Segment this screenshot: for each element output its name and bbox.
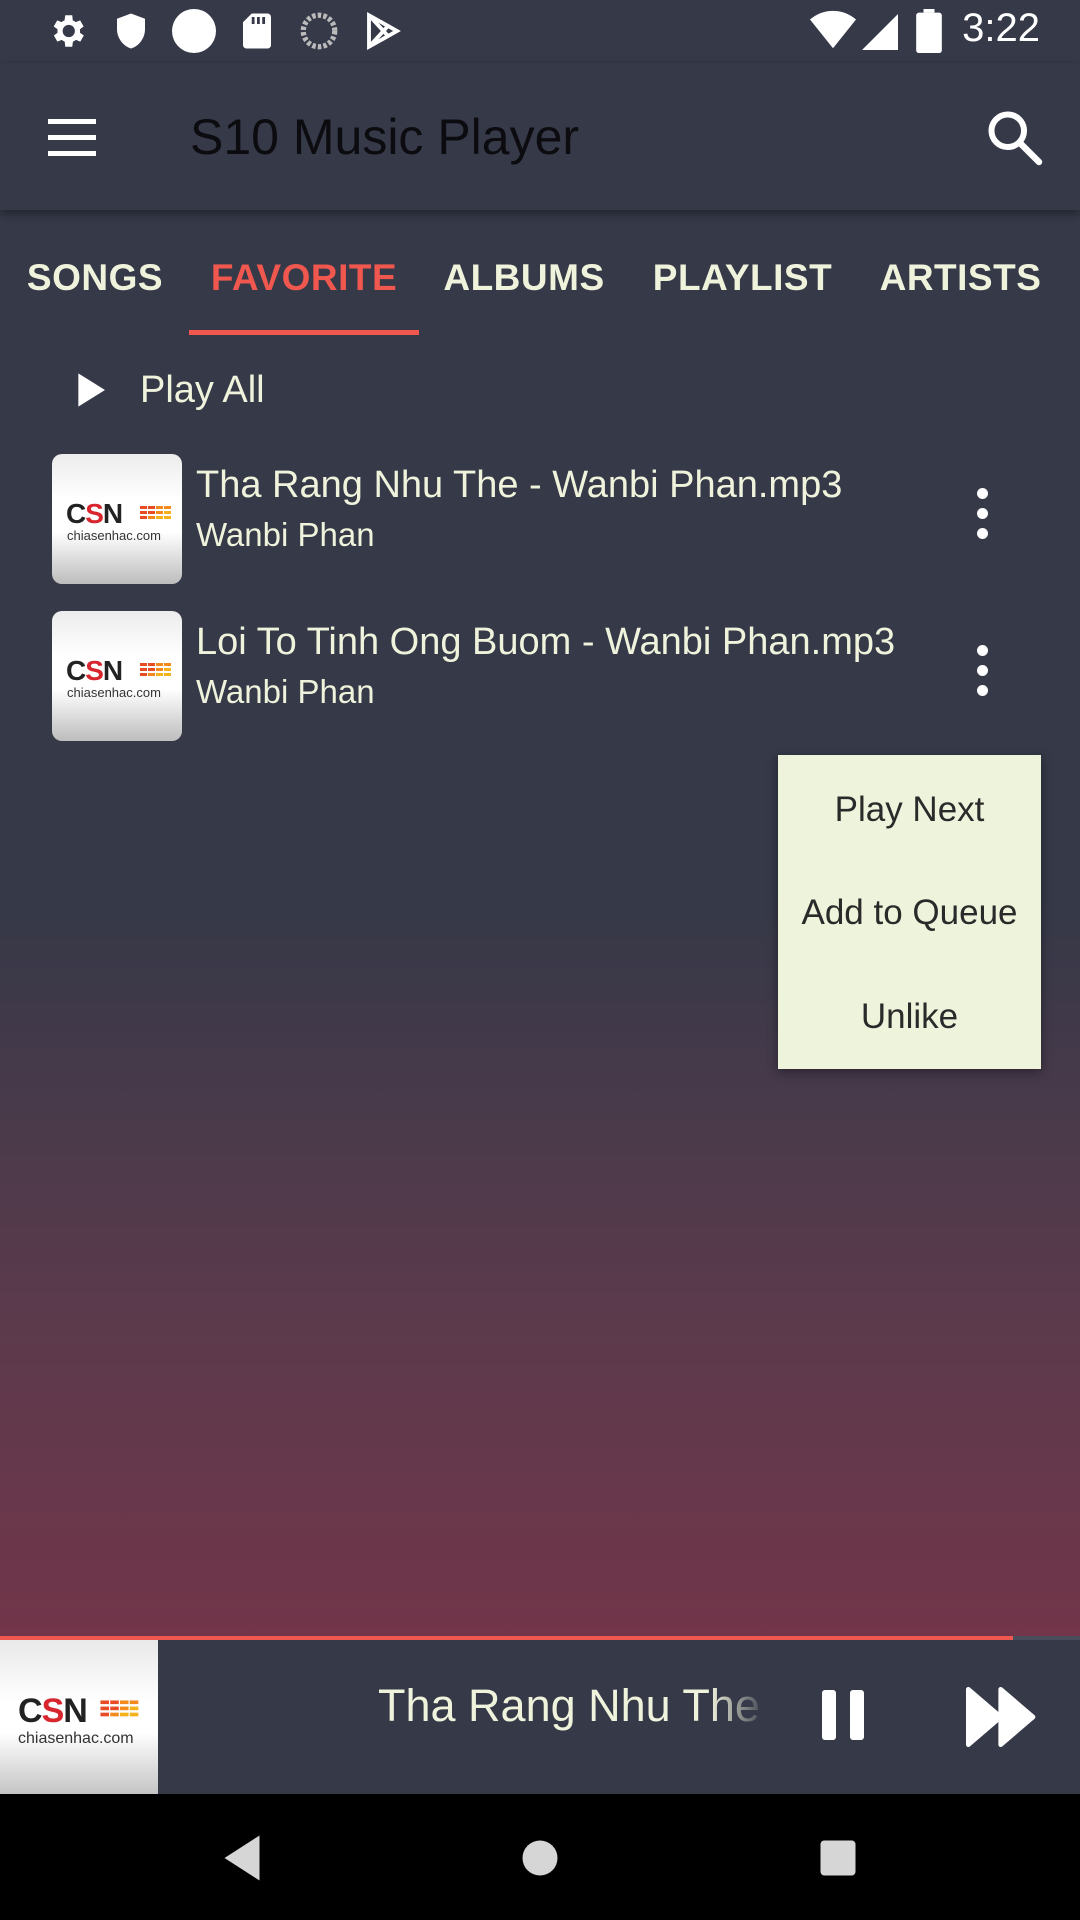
app-bar: S10 Music Player — [0, 63, 1080, 210]
csn-sub: chiasenhac.com — [67, 685, 161, 700]
pause-icon[interactable] — [816, 1682, 870, 1752]
more-options-icon[interactable] — [962, 484, 1002, 544]
now-playing-title-marquee[interactable]: Tha Rang Nhu The - Wanbi Phan.mp3 — [378, 1680, 768, 1750]
fast-forward-icon[interactable] — [966, 1682, 1040, 1752]
wifi-icon — [810, 10, 856, 49]
play-all-label: Play All — [140, 368, 265, 411]
shield-icon — [117, 13, 145, 49]
sync-icon — [300, 12, 338, 50]
csn-logo: CSN — [18, 1692, 88, 1730]
menu-item-play-next[interactable]: Play Next — [778, 758, 1041, 862]
more-options-icon[interactable] — [962, 641, 1002, 701]
play-icon — [78, 373, 105, 407]
song-artist: Wanbi Phan — [196, 673, 375, 710]
circle-icon — [172, 9, 216, 53]
battery-icon — [916, 9, 942, 53]
play-store-icon — [367, 11, 401, 51]
csn-logo: CSN — [66, 498, 123, 529]
app-screen: 3:22 S10 Music Player SONGS FAVORITE ALB… — [0, 0, 1080, 1920]
equalizer-logo-icon — [140, 506, 171, 519]
play-all-button[interactable]: Play All — [70, 360, 265, 420]
recents-icon[interactable] — [808, 1828, 868, 1888]
list-item[interactable]: CSN chiasenhac.com Tha Rang Nhu The - Wa… — [0, 454, 1080, 604]
equalizer-logo-icon — [100, 1700, 139, 1717]
tab-bar: SONGS FAVORITE ALBUMS PLAYLIST ARTISTS — [0, 220, 1080, 335]
app-title: S10 Music Player — [190, 109, 580, 165]
csn-sub: chiasenhac.com — [67, 528, 161, 543]
tab-indicator — [189, 330, 419, 335]
tab-albums[interactable]: ALBUMS — [430, 220, 618, 335]
status-bar: 3:22 — [0, 0, 1080, 63]
mini-player: CSN chiasenhac.com Tha Rang Nhu The - Wa… — [0, 1640, 1080, 1794]
back-icon[interactable] — [212, 1828, 272, 1888]
sd-card-icon — [243, 13, 271, 49]
menu-item-add-to-queue[interactable]: Add to Queue — [778, 861, 1041, 965]
hamburger-menu-icon[interactable] — [40, 113, 106, 163]
equalizer-logo-icon — [140, 663, 171, 676]
song-title: Loi To Tinh Ong Buom - Wanbi Phan.mp3 — [196, 621, 896, 663]
home-icon[interactable] — [510, 1828, 570, 1888]
song-title: Tha Rang Nhu The - Wanbi Phan.mp3 — [196, 464, 843, 506]
system-nav-bar — [0, 1794, 1080, 1920]
tab-playlist[interactable]: PLAYLIST — [640, 220, 845, 335]
csn-sub: chiasenhac.com — [18, 1730, 134, 1747]
mini-album-art[interactable]: CSN chiasenhac.com — [0, 1640, 158, 1794]
album-art: CSN chiasenhac.com — [52, 611, 182, 741]
tab-favorite[interactable]: FAVORITE — [189, 220, 419, 335]
context-menu: Play Next Add to Queue Unlike — [778, 755, 1041, 1069]
tab-songs[interactable]: SONGS — [10, 220, 180, 335]
search-icon[interactable] — [984, 107, 1044, 167]
menu-item-unlike[interactable]: Unlike — [778, 965, 1041, 1069]
csn-logo: CSN — [66, 655, 123, 686]
cell-signal-icon — [862, 14, 898, 50]
settings-icon — [53, 15, 84, 47]
album-art: CSN chiasenhac.com — [52, 454, 182, 584]
now-playing-title: Tha Rang Nhu The - Wanbi Phan.mp3 — [378, 1680, 768, 1731]
list-item[interactable]: CSN chiasenhac.com Loi To Tinh Ong Buom … — [0, 611, 1080, 761]
clock: 3:22 — [962, 6, 1040, 50]
song-artist: Wanbi Phan — [196, 516, 375, 553]
tab-artists[interactable]: ARTISTS — [868, 220, 1053, 335]
